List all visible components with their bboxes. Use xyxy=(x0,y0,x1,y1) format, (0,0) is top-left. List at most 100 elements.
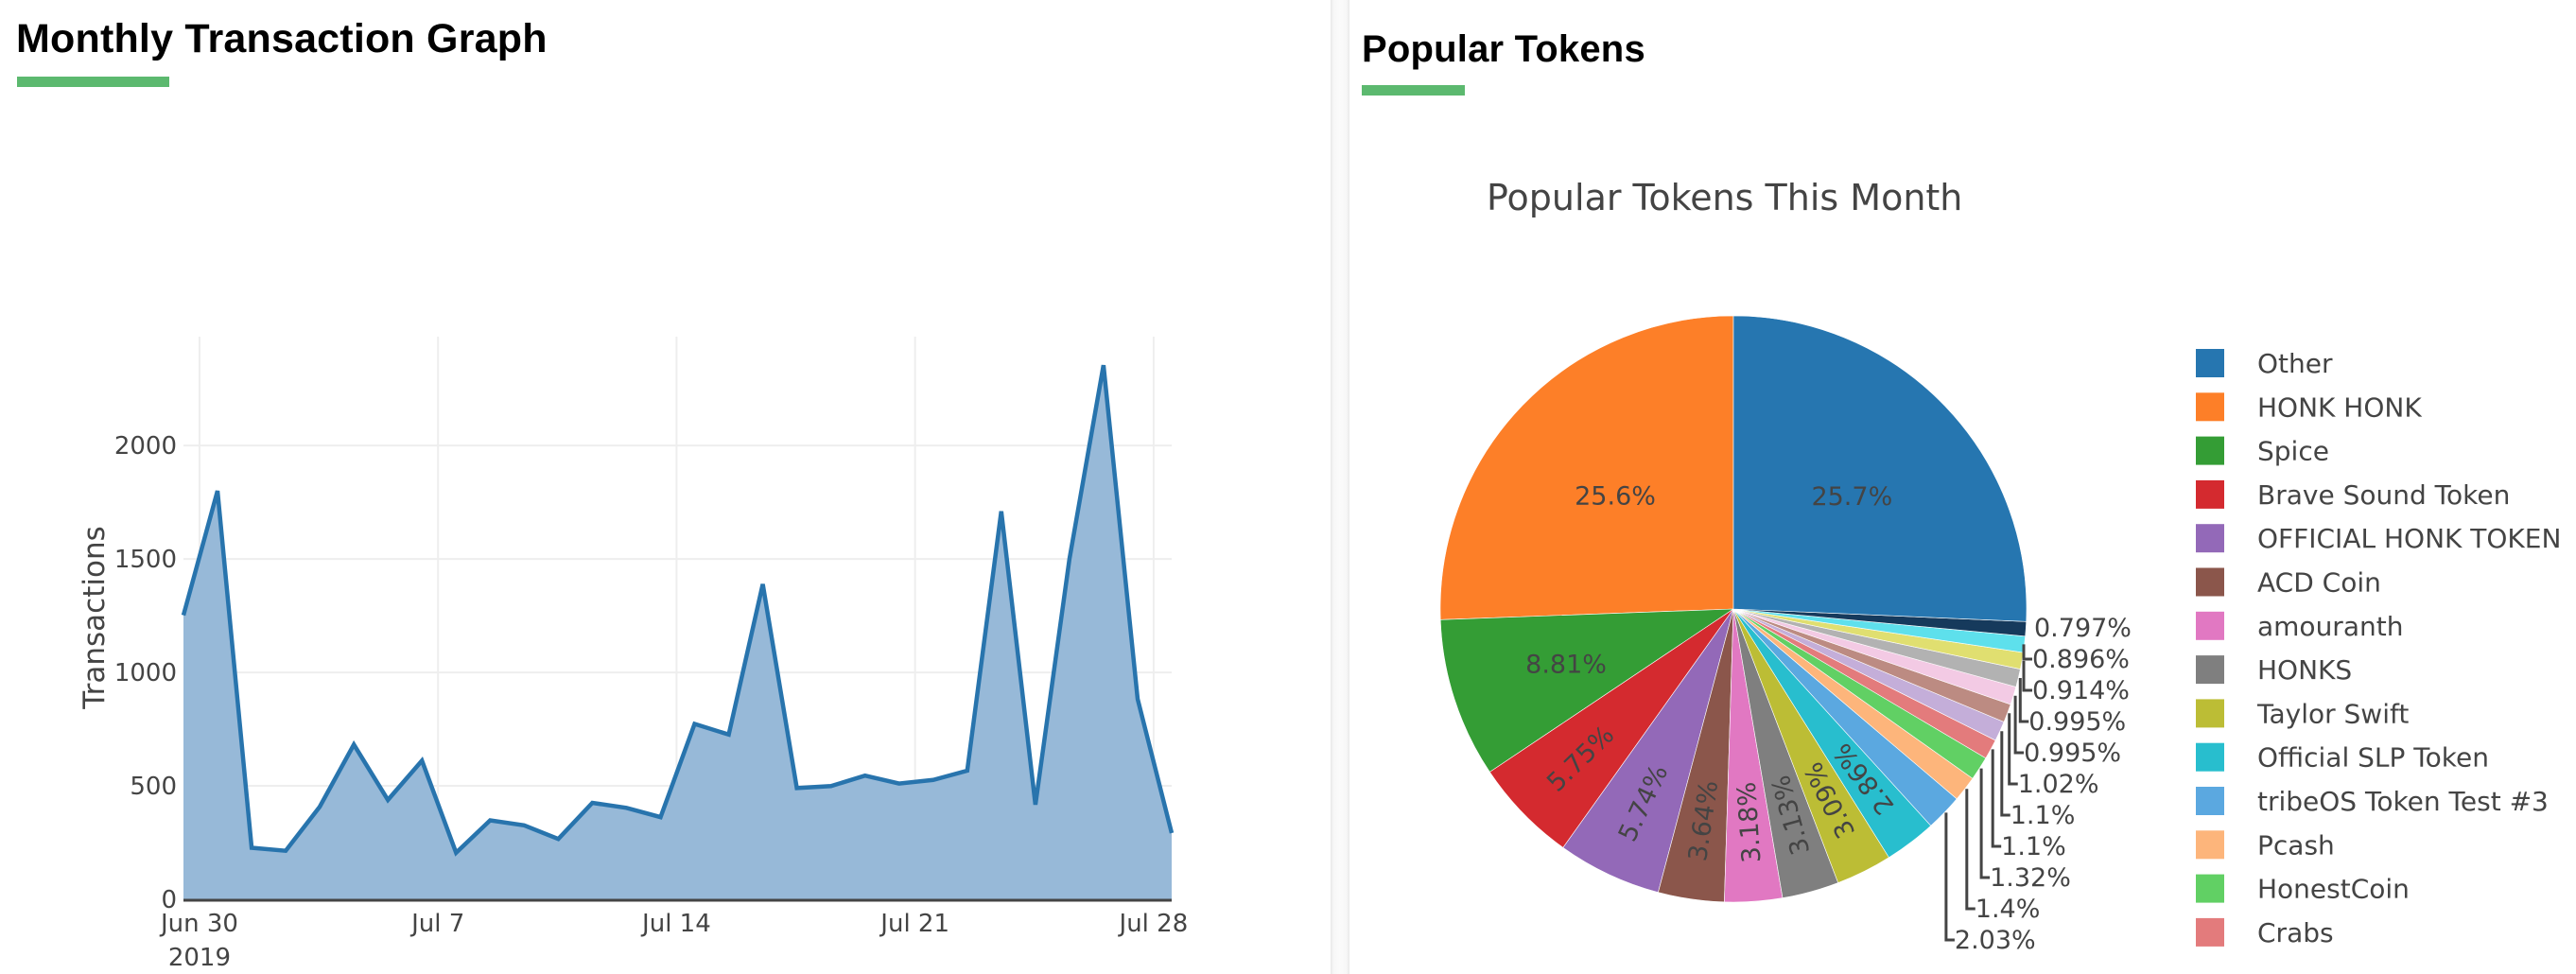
legend-swatch xyxy=(2196,349,2224,377)
legend-item[interactable]: HONK HONK xyxy=(2196,391,2422,423)
legend-swatch xyxy=(2196,742,2224,772)
pie-slice-outside-label: 2.03% xyxy=(1955,926,2036,955)
legend-swatch xyxy=(2196,699,2224,728)
x-tick-label: Jun 30 xyxy=(159,910,238,938)
pie-slice-outside-label: 1.32% xyxy=(1990,863,2071,893)
data-point[interactable] xyxy=(894,778,905,790)
legend-item[interactable]: Spice xyxy=(2196,436,2329,467)
data-point[interactable] xyxy=(654,811,666,823)
data-point[interactable] xyxy=(212,485,223,496)
legend-label: HONK HONK xyxy=(2257,391,2422,423)
title-underline xyxy=(1362,85,1465,96)
legend[interactable]: Other HONK HONK Spice Brave Sound Token OFFI… xyxy=(2196,348,2561,948)
data-point[interactable] xyxy=(246,843,257,854)
legend-item[interactable]: HonestCoin xyxy=(2196,874,2410,905)
data-point[interactable] xyxy=(518,820,530,831)
legend-item[interactable]: Pcash xyxy=(2196,829,2335,861)
legend-label: Crabs xyxy=(2257,917,2334,948)
legend-swatch xyxy=(2196,392,2224,422)
legend-swatch xyxy=(2196,917,2224,947)
panel-divider xyxy=(1331,0,1349,974)
leader-line xyxy=(2022,660,2032,692)
legend-item[interactable]: Crabs xyxy=(2196,917,2334,948)
data-point[interactable] xyxy=(1132,693,1143,704)
pie-slice-outside-label: 0.914% xyxy=(2032,676,2130,705)
data-point[interactable] xyxy=(1166,827,1177,839)
legend-item[interactable]: OFFICIAL HONK TOKEN xyxy=(2196,523,2561,554)
legend-item[interactable]: ACD Coin xyxy=(2196,567,2381,599)
y-tick-label: 2000 xyxy=(114,432,177,461)
legend-item[interactable]: Official SLP Token xyxy=(2196,742,2489,774)
data-point[interactable] xyxy=(723,729,735,740)
pie-slice[interactable] xyxy=(1732,315,2028,622)
data-point[interactable] xyxy=(792,782,803,793)
legend-item[interactable]: HONKS xyxy=(2196,654,2352,686)
pie-slice-outside-label: 1.1% xyxy=(2001,832,2066,861)
popular-tokens-title: Popular Tokens xyxy=(1362,28,1645,70)
y-tick-label: 1000 xyxy=(114,659,177,687)
pie-slice[interactable] xyxy=(1439,315,1734,620)
data-point[interactable] xyxy=(1064,553,1075,565)
data-point[interactable] xyxy=(928,774,939,786)
data-point[interactable] xyxy=(620,802,632,813)
pie-chart-title: Popular Tokens This Month xyxy=(1487,177,1962,218)
legend-item[interactable]: Taylor Swift xyxy=(2196,698,2409,729)
legend-label: ACD Coin xyxy=(2257,567,2381,599)
data-point[interactable] xyxy=(586,797,598,809)
data-point[interactable] xyxy=(280,845,291,857)
pie-slice-outside-label: 1.1% xyxy=(2010,801,2076,830)
y-tick-label: 500 xyxy=(130,773,177,801)
legend-swatch xyxy=(2196,436,2224,465)
x-tick-label: Jul 21 xyxy=(879,910,949,938)
leader-line xyxy=(2013,695,2025,755)
legend-swatch xyxy=(2196,787,2224,815)
pie-slice-outside-label: 0.995% xyxy=(2028,707,2126,737)
legend-item[interactable]: Brave Sound Token xyxy=(2196,479,2510,511)
data-point[interactable] xyxy=(996,506,1007,517)
data-point[interactable] xyxy=(348,739,359,750)
data-point[interactable] xyxy=(1030,799,1041,810)
legend-swatch xyxy=(2196,567,2224,597)
legend-label: amouranth xyxy=(2257,611,2403,642)
legend-item[interactable]: amouranth xyxy=(2196,611,2403,642)
data-point[interactable] xyxy=(382,794,393,806)
data-point[interactable] xyxy=(552,833,564,844)
leader-line xyxy=(2022,644,2032,661)
y-axis-title: Transactions xyxy=(78,526,112,710)
legend-swatch xyxy=(2196,479,2224,509)
leader-line xyxy=(1944,812,1955,942)
data-point[interactable] xyxy=(314,801,325,812)
leader-line xyxy=(2000,731,2010,817)
legend-swatch xyxy=(2196,524,2224,553)
transaction-line-chart[interactable]: 0500100015002000 Jun 30 Jul 7 Jul 14 Jul 21… xyxy=(0,0,1324,974)
data-point[interactable] xyxy=(484,815,496,826)
legend-swatch xyxy=(2196,874,2224,903)
legend-label: Spice xyxy=(2257,436,2329,467)
data-point[interactable] xyxy=(450,847,461,859)
leader-line xyxy=(2008,713,2018,786)
data-point[interactable] xyxy=(689,719,701,730)
data-point[interactable] xyxy=(178,610,189,621)
y-axis-ticks: 0500100015002000 xyxy=(114,432,177,914)
data-point[interactable] xyxy=(416,755,427,766)
pie-slices[interactable] xyxy=(1439,315,2028,903)
data-point[interactable] xyxy=(826,780,837,791)
y-tick-label: 1500 xyxy=(114,546,177,574)
data-point[interactable] xyxy=(860,770,871,781)
x-tick-label: Jul 14 xyxy=(640,910,711,938)
data-point[interactable] xyxy=(1098,359,1109,371)
leader-line xyxy=(1979,768,1991,879)
legend-label: HONKS xyxy=(2257,654,2352,686)
x-tick-label: Jul 7 xyxy=(409,910,464,938)
legend-item[interactable]: tribeOS Token Test #3 xyxy=(2196,786,2549,817)
legend-swatch xyxy=(2196,611,2224,640)
legend-label: Official SLP Token xyxy=(2257,742,2489,774)
leader-line xyxy=(1965,789,1976,911)
data-point[interactable] xyxy=(962,765,973,776)
plot-area[interactable] xyxy=(178,359,1177,902)
pie-slice-outside-label: 1.02% xyxy=(2018,770,2099,799)
legend-label: Other xyxy=(2257,348,2333,379)
legend-item[interactable]: Other xyxy=(2196,348,2333,379)
data-point[interactable] xyxy=(757,579,769,590)
pie-slice-outside-label: 0.896% xyxy=(2032,645,2130,674)
